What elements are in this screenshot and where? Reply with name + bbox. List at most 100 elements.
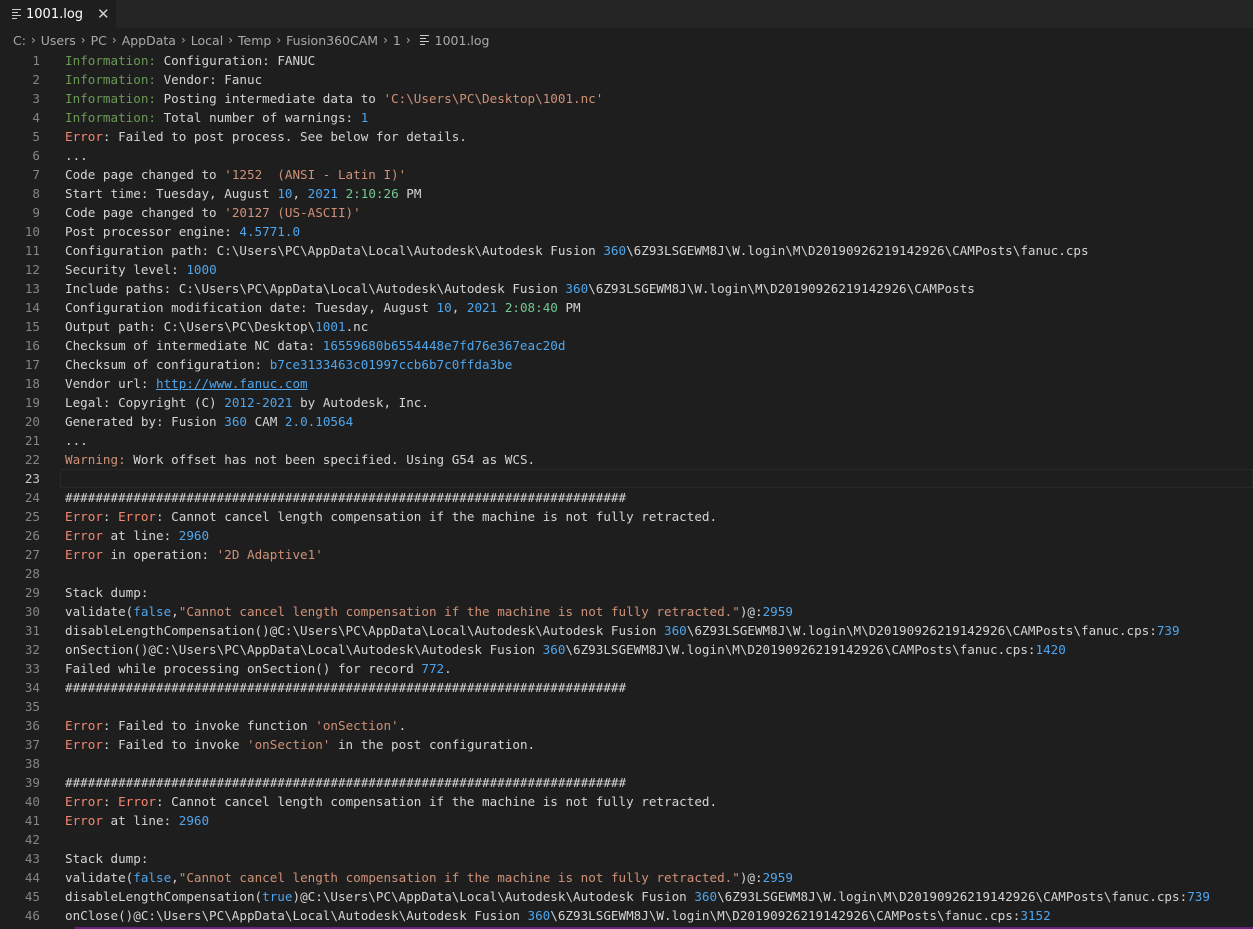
code-line[interactable]: 12 Security level: 1000: [0, 260, 1253, 279]
code-line[interactable]: 20 Generated by: Fusion 360 CAM 2.0.10564: [0, 412, 1253, 431]
code-line[interactable]: 40 Error: Error: Cannot cancel length com…: [0, 792, 1253, 811]
line-number: 7: [32, 167, 40, 182]
code-line[interactable]: 27 Error in operation: '2D Adaptive1': [0, 545, 1253, 564]
code-line[interactable]: 38: [0, 754, 1253, 773]
code-line[interactable]: 34 ######################################…: [0, 678, 1253, 697]
code-line[interactable]: 28: [0, 564, 1253, 583]
chevron-right-icon: ›: [180, 33, 186, 47]
token: : Failed to invoke function: [102, 718, 316, 733]
token: true: [262, 889, 293, 904]
token: onClose()@C:\Users\PC\AppData\Local\Auto…: [65, 908, 528, 923]
code-line[interactable]: 13 Include paths: C:\Users\PC\AppData\Loc…: [0, 279, 1253, 298]
code-line[interactable]: 18 Vendor url: http://www.fanuc.com: [0, 374, 1253, 393]
code-line[interactable]: 42: [0, 830, 1253, 849]
code-line[interactable]: 10 Post processor engine: 4.5771.0: [0, 222, 1253, 241]
token: PM: [557, 300, 581, 315]
token: '2D Adaptive1': [216, 547, 323, 562]
code-line[interactable]: 19 Legal: Copyright (C) 2012-2021 by Auto…: [0, 393, 1253, 412]
token: Configuration modification date: Tuesday…: [65, 300, 437, 315]
token: 'onSection': [246, 737, 331, 752]
code-line[interactable]: 36 Error: Failed to invoke function 'onSe…: [0, 716, 1253, 735]
token: Code page changed to: [65, 167, 225, 182]
token: 360: [542, 642, 566, 657]
code-line[interactable]: 25 Error: Error: Cannot cancel length com…: [0, 507, 1253, 526]
breadcrumb-item[interactable]: Local: [191, 33, 223, 48]
breadcrumb-item[interactable]: PC: [91, 33, 107, 48]
code-line[interactable]: 39 ######################################…: [0, 773, 1253, 792]
code-line[interactable]: 1 Information: Configuration: FANUC: [0, 51, 1253, 70]
code-line[interactable]: 41 Error at line: 2960: [0, 811, 1253, 830]
breadcrumb: C: › Users › PC › AppData › Local › Temp › Fusion360…: [0, 28, 1253, 52]
code-line[interactable]: 17 Checksum of configuration: b7ce3133463…: [0, 355, 1253, 374]
code-line[interactable]: 33 Failed while processing onSection() fo…: [0, 659, 1253, 678]
breadcrumb-item[interactable]: Users: [41, 33, 76, 48]
line-number: 40: [24, 794, 40, 809]
breadcrumb-item[interactable]: C:: [13, 33, 26, 48]
code-line[interactable]: 16 Checksum of intermediate NC data: 1655…: [0, 336, 1253, 355]
breadcrumb-item[interactable]: AppData: [122, 33, 176, 48]
code-line[interactable]: 8 Start time: Tuesday, August 10, 2021 2:…: [0, 184, 1253, 203]
token: Stack dump:: [65, 851, 149, 866]
line-text: Code page changed to '20127 (US-ASCII)': [65, 203, 361, 222]
line-text: validate(false,"Cannot cancel length com…: [65, 602, 793, 621]
token: 739: [1187, 889, 1210, 904]
line-number: 3: [32, 91, 40, 106]
code-line[interactable]: 11 Configuration path: C:\Users\PC\AppDat…: [0, 241, 1253, 260]
breadcrumb-item[interactable]: Temp: [238, 33, 271, 48]
line-text: validate(false,"Cannot cancel length com…: [65, 868, 793, 887]
line-number: 1: [32, 53, 40, 68]
code-line[interactable]: 6...: [0, 146, 1253, 165]
token: 1001: [315, 319, 346, 334]
token: Vendor: Fanuc: [156, 72, 263, 87]
code-line[interactable]: 45 disableLengthCompensation(true)@C:\Use…: [0, 887, 1253, 906]
line-text: ...: [65, 431, 88, 450]
token: at line:: [102, 813, 179, 828]
code-line[interactable]: 32 onSection()@C:\Users\PC\AppData\Local\…: [0, 640, 1253, 659]
code-line[interactable]: 30 validate(false,"Cannot cancel length c…: [0, 602, 1253, 621]
token: : Failed to invoke: [102, 737, 247, 752]
code-line[interactable]: 14 Configuration modification date: Tuesd…: [0, 298, 1253, 317]
breadcrumb-item[interactable]: 1: [393, 33, 401, 48]
line-text: Include paths: C:\Users\PC\AppData\Local…: [65, 279, 975, 298]
code-line[interactable]: 43 Stack dump:: [0, 849, 1253, 868]
token: 360: [565, 281, 589, 296]
tab-1001-log[interactable]: 1001.log ✕: [0, 0, 116, 28]
line-text: disableLengthCompensation()@C:\Users\PC\…: [65, 621, 1180, 640]
code-line[interactable]: 31 disableLengthCompensation()@C:\Users\P…: [0, 621, 1253, 640]
code-line[interactable]: 15 Output path: C:\Users\PC\Desktop\1001.…: [0, 317, 1253, 336]
breadcrumb-item[interactable]: 1001.log: [435, 33, 490, 48]
token: Error: [65, 129, 103, 144]
token: '1252 (ANSI - Latin I)': [224, 167, 407, 182]
breadcrumb-item[interactable]: Fusion360CAM: [286, 33, 378, 48]
code-line[interactable]: 7 Code page changed to '1252 (ANSI - Lati…: [0, 165, 1253, 184]
code-line[interactable]: 26 Error at line: 2960: [0, 526, 1253, 545]
token: Stack dump:: [65, 585, 149, 600]
token: Legal: Copyright (C): [65, 395, 225, 410]
code-line[interactable]: 3 Information: Posting intermediate data …: [0, 89, 1253, 108]
editor[interactable]: 1 Information: Configuration: FANUC 2 Infor…: [0, 51, 1253, 929]
token: false: [133, 870, 172, 885]
token: 2959: [762, 870, 793, 885]
code-line[interactable]: 2 Information: Vendor: Fanuc: [0, 70, 1253, 89]
code-line[interactable]: 23: [0, 469, 1253, 488]
line-number: 5: [32, 129, 40, 144]
line-number: 23: [24, 471, 40, 486]
code-line[interactable]: 5 Error: Failed to post process. See belo…: [0, 127, 1253, 146]
code-line[interactable]: 37 Error: Failed to invoke 'onSection' in…: [0, 735, 1253, 754]
code-line[interactable]: 29 Stack dump:: [0, 583, 1253, 602]
token: :: [102, 794, 119, 809]
line-number: 18: [24, 376, 40, 391]
vendor-link[interactable]: http://www.fanuc.com: [156, 376, 308, 391]
code-line[interactable]: 22 Warning: Work offset has not been spec…: [0, 450, 1253, 469]
code-line[interactable]: 44 validate(false,"Cannot cancel length c…: [0, 868, 1253, 887]
code-line[interactable]: 21...: [0, 431, 1253, 450]
code-line[interactable]: 35: [0, 697, 1253, 716]
token: Error: [65, 547, 103, 562]
code-line[interactable]: 9 Code page changed to '20127 (US-ASCII)': [0, 203, 1253, 222]
close-icon[interactable]: ✕: [97, 5, 110, 23]
code-line[interactable]: 24 ######################################…: [0, 488, 1253, 507]
line-text: Information: Total number of warnings: 1: [65, 108, 368, 127]
token: disableLengthCompensation()@C:\Users\PC\…: [65, 623, 664, 638]
code-line[interactable]: 46 onClose()@C:\Users\PC\AppData\Local\Au…: [0, 906, 1253, 925]
code-line[interactable]: 4 Information: Total number of warnings: …: [0, 108, 1253, 127]
